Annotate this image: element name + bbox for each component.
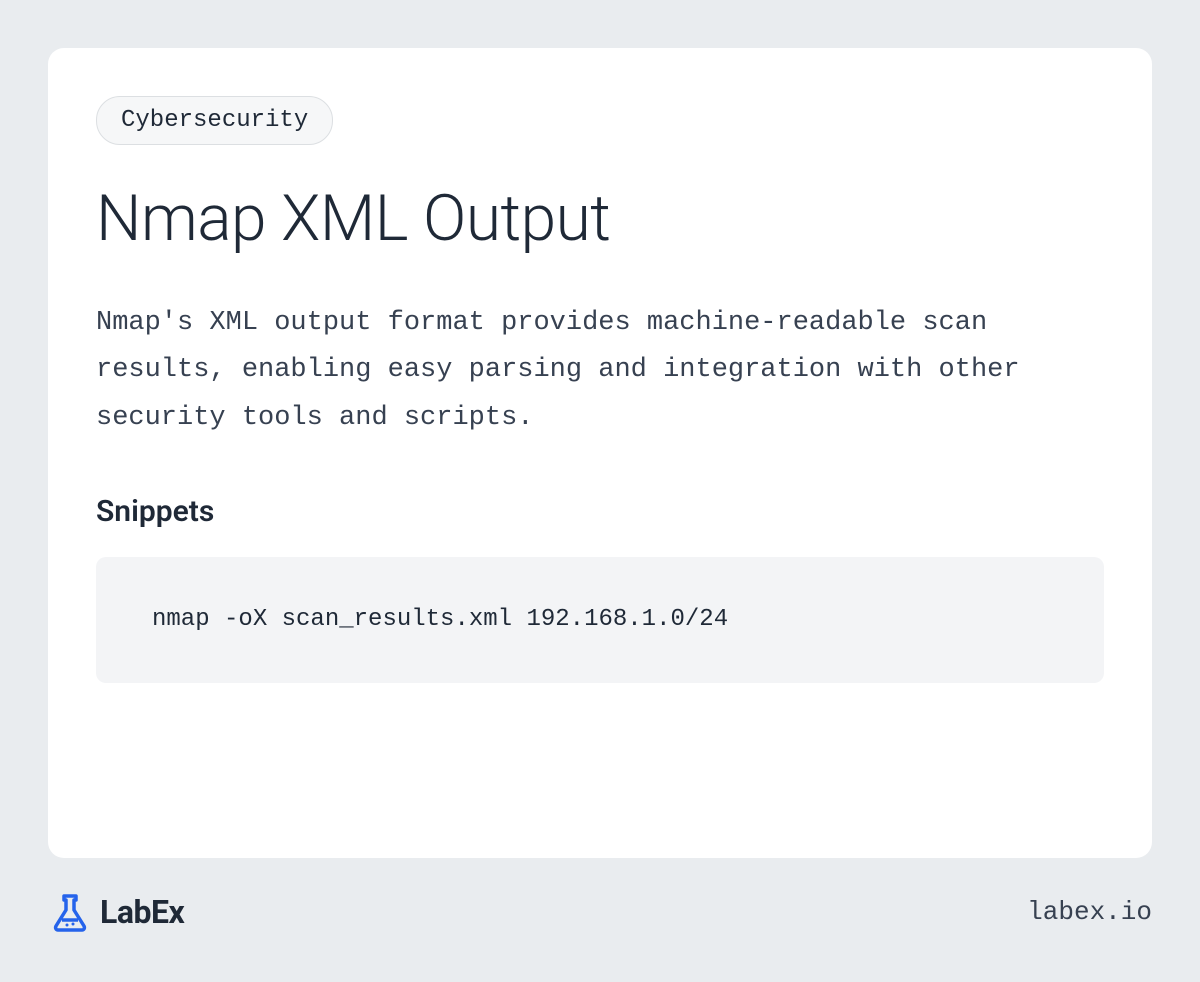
flask-icon <box>48 890 92 934</box>
category-text: Cybersecurity <box>121 107 308 134</box>
code-text: nmap -oX scan_results.xml 192.168.1.0/24 <box>152 606 728 633</box>
category-badge: Cybersecurity <box>96 96 333 145</box>
snippets-heading: Snippets <box>96 494 1104 529</box>
site-url: labex.io <box>1027 897 1152 927</box>
code-snippet: nmap -oX scan_results.xml 192.168.1.0/24 <box>96 557 1104 683</box>
page-title: Nmap XML Output <box>96 181 1104 256</box>
logo-container: LabEx <box>48 890 184 934</box>
content-card: Cybersecurity Nmap XML Output Nmap's XML… <box>48 48 1152 858</box>
footer: LabEx labex.io <box>48 858 1152 934</box>
logo-text: LabEx <box>100 893 184 931</box>
description-text: Nmap's XML output format provides machin… <box>96 300 1104 442</box>
